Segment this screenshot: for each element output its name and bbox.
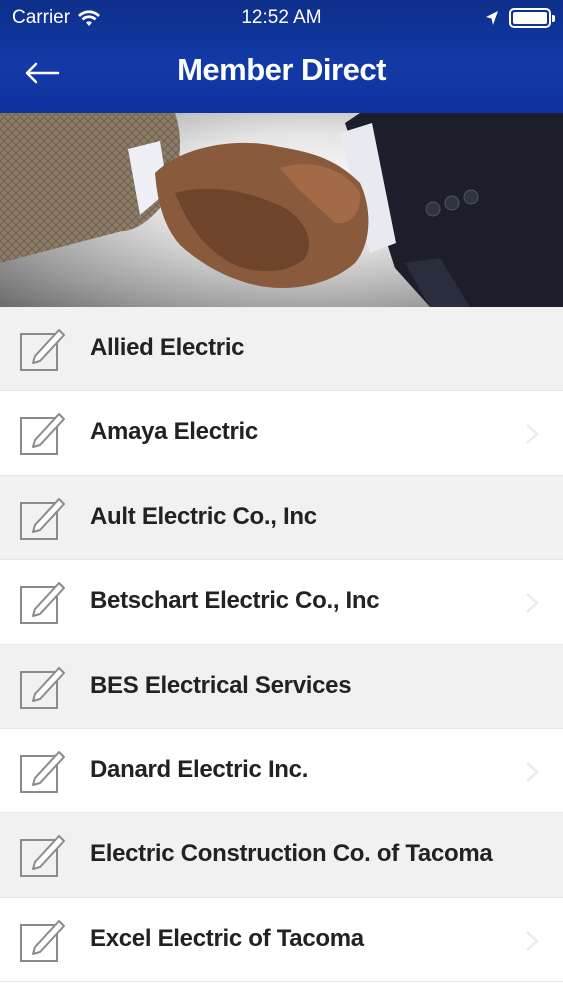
list-item[interactable]: BES Electrical Services [0,644,563,729]
list-item[interactable]: Allied Electric [0,307,563,392]
member-list: Allied Electric Amaya Electric Ault Elec… [0,307,563,983]
chevron-right-icon [526,930,539,951]
hero-banner [0,113,563,307]
status-right [485,8,555,28]
nav-bar: Member Direct [0,38,563,113]
list-item[interactable]: Amaya Electric [0,391,563,476]
status-time: 12:52 AM [241,7,322,28]
status-bar: Carrier 12:52 AM [0,0,563,38]
edit-icon [20,497,65,540]
member-name: Betschart Electric Co., Inc [90,587,380,615]
handshake-image [0,113,563,307]
edit-icon [20,413,65,456]
list-item[interactable]: Excel Electric of Tacoma [0,897,563,983]
member-name: Allied Electric [90,334,245,361]
page-title: Member Direct [177,52,386,87]
member-name: Amaya Electric [90,418,258,446]
edit-icon [20,666,65,709]
chevron-right-icon [526,593,539,614]
member-name: Excel Electric of Tacoma [90,924,364,952]
edit-icon [20,750,65,793]
list-item[interactable]: Danard Electric Inc. [0,728,563,814]
edit-icon [20,329,65,371]
chevron-right-icon [526,762,539,782]
top-bar: Carrier 12:52 AM Member Direct [0,0,563,113]
edit-icon [20,919,65,962]
location-arrow-icon [486,11,498,25]
chevron-right-icon [526,424,539,445]
member-name: Electric Construction Co. of Tacoma [90,840,493,868]
member-name: Ault Electric Co., Inc [90,502,317,530]
member-name: Danard Electric Inc. [90,755,309,783]
edit-icon [20,835,65,878]
member-name: BES Electrical Services [90,671,352,699]
list-item[interactable]: Ault Electric Co., Inc [0,475,563,561]
edit-icon [20,582,65,625]
battery-icon [509,8,555,28]
list-item[interactable]: Betschart Electric Co., Inc [0,560,563,645]
list-item[interactable]: Electric Construction Co. of Tacoma [0,813,563,898]
